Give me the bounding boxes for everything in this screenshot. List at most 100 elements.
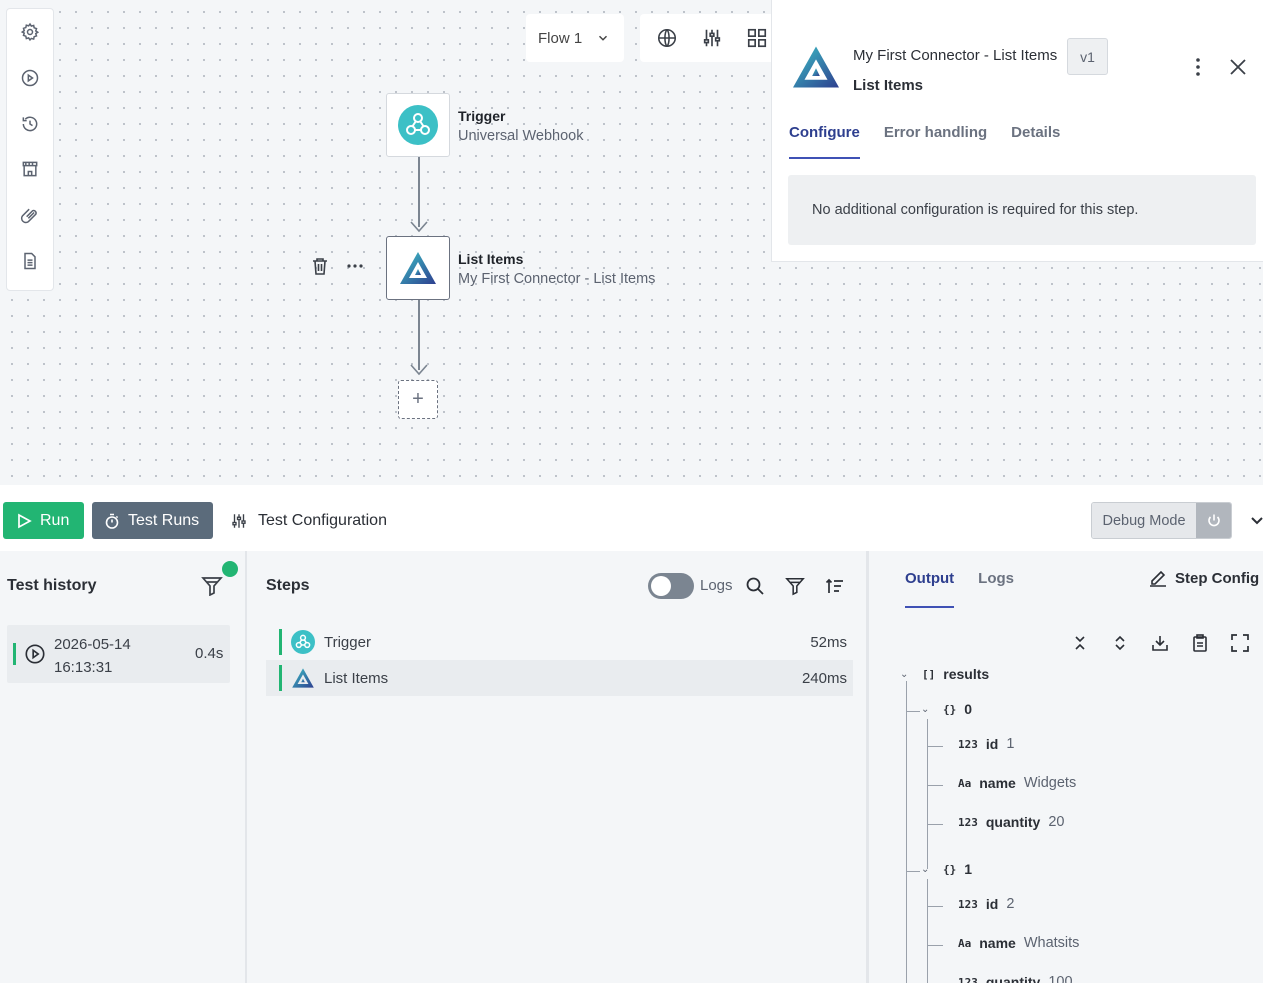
test-history-panel: Test history 2026-05-14 16:13:31 0.4s [0,551,247,983]
tree-leaf: 123 id 1 [958,736,1014,752]
collapse-all-button[interactable] [1070,632,1090,654]
step-side-panel: My First Connector - List Items v1 List … [771,0,1263,262]
trigger-node-label: Trigger Universal Webhook [458,108,583,144]
list-items-node-subtitle: My First Connector - List Items [458,271,656,287]
download-button[interactable] [1150,632,1170,654]
version-history-button[interactable] [13,107,47,141]
history-icon [22,116,38,131]
test-configuration-button[interactable]: Test Configuration [230,502,387,539]
logs-toggle-label: Logs [700,577,733,594]
string-type-icon: Aa [958,936,972,950]
flow-select[interactable]: Flow 1 [526,14,624,62]
filter-icon[interactable] [201,576,223,596]
run-button[interactable]: Run [3,502,84,539]
tree-guide [906,871,920,872]
side-panel-header: My First Connector - List Items v1 List … [772,0,1263,110]
tree-key: quantity [985,974,1041,983]
power-button[interactable] [1196,503,1231,538]
version-badge[interactable]: v1 [1067,38,1108,75]
list-items-node[interactable] [386,236,450,300]
sort-icon[interactable] [825,576,845,596]
connector-logo-icon [793,46,839,88]
status-dot [222,561,238,577]
attachments-button[interactable] [13,198,47,232]
tab-details[interactable]: Details [1011,110,1060,159]
tree-node-results[interactable]: ⌄ [] results [900,666,997,682]
step-row-trigger[interactable]: Trigger 52ms [266,624,853,660]
chevron-down-icon [599,35,608,41]
tree-value: 1 [1006,736,1015,752]
step-config-button[interactable]: Step Config [1149,569,1259,587]
variables-button[interactable] [698,24,726,52]
test-runs-label: Test Runs [128,511,200,529]
marketplace-button[interactable] [13,152,47,186]
tree-key: id [985,896,999,912]
chevron-down-icon[interactable] [1250,515,1263,527]
expand-icon [1115,635,1125,651]
layout-button[interactable] [743,24,771,52]
tab-configure[interactable]: Configure [789,110,860,159]
tree-node-item[interactable]: ⌄ {} 0 [921,701,980,717]
stopwatch-icon [105,513,119,529]
collapse-icon [1075,636,1085,650]
tree-node-item[interactable]: ⌄ {} 1 [921,861,980,877]
step-icon [290,665,316,691]
tree-key: results [943,666,990,682]
close-icon[interactable] [1228,56,1248,78]
left-toolbar [6,8,54,291]
expand-all-button[interactable] [1110,632,1130,654]
tree-key: 1 [964,861,973,877]
list-items-node-title: List Items [458,251,524,267]
play-circle-icon [21,69,39,86]
documentation-button[interactable] [13,244,47,278]
tree-key: 0 [964,701,973,717]
trigger-node[interactable] [386,93,450,157]
tree-leaf: Aa name Widgets [958,775,1076,791]
number-type-icon: 123 [958,975,978,983]
steps-title: Steps [266,577,310,594]
tab-logs[interactable]: Logs [978,569,1014,608]
run-history-button[interactable] [13,61,47,95]
fullscreen-button[interactable] [1230,632,1250,654]
globe-button[interactable] [653,24,681,52]
document-icon [24,252,36,270]
tree-guide [927,906,943,907]
debug-mode-label: Debug Mode [1092,503,1196,538]
steps-panel: Steps Logs Trigger 52ms List Items 240ms [249,551,869,983]
status-bar [279,665,282,691]
more-vertical-icon[interactable] [1188,56,1208,78]
grid-icon [748,28,767,48]
tree-guide [927,785,943,786]
output-toolbar [1070,632,1250,654]
trash-icon[interactable] [312,257,328,275]
chevron-down-icon: ⌄ [921,863,930,875]
globe-icon [657,28,676,48]
connector-line [418,300,420,370]
step-config-label: Step Config [1175,569,1260,587]
debug-mode-toggle[interactable]: Debug Mode [1091,502,1232,539]
copy-button[interactable] [1190,632,1210,654]
logs-toggle[interactable] [648,573,694,599]
add-step-button[interactable]: + [398,380,438,419]
test-runs-button[interactable]: Test Runs [92,502,213,539]
tab-output[interactable]: Output [905,569,955,608]
gear-icon [20,22,40,42]
flow-select-value: Flow 1 [538,29,583,47]
more-horizontal-icon[interactable] [346,263,364,269]
store-icon [22,161,38,177]
object-type-icon: {} [943,702,957,716]
step-duration: 52ms [810,633,847,651]
status-bar [13,643,16,665]
settings-button[interactable] [13,15,47,49]
clipboard-icon [1193,634,1207,652]
step-row-list-items[interactable]: List Items 240ms [266,660,853,696]
history-item[interactable]: 2026-05-14 16:13:31 0.4s [7,625,230,683]
connector-logo-icon [292,668,314,688]
filter-icon[interactable] [785,576,805,596]
search-icon[interactable] [745,576,765,596]
history-item-duration: 0.4s [195,645,224,662]
output-tabs: Output Logs [905,569,1014,608]
tab-error-handling[interactable]: Error handling [884,110,987,159]
number-type-icon: 123 [958,737,978,751]
tree-value: 2 [1006,896,1015,912]
